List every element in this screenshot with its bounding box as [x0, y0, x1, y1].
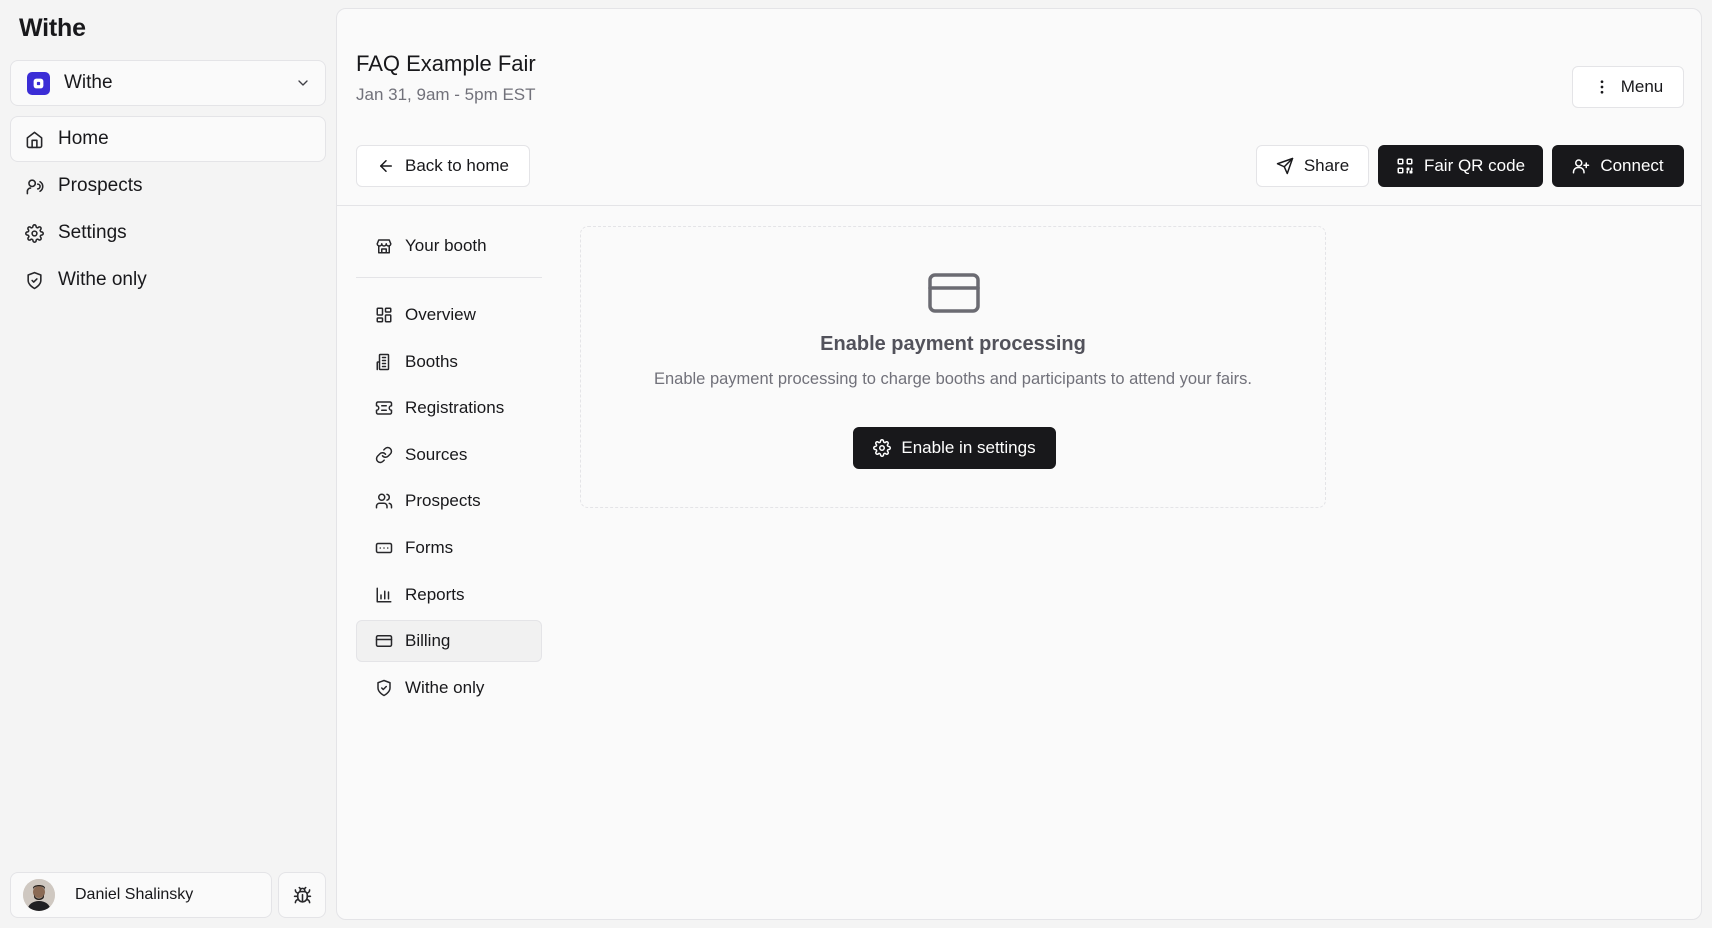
subnav-item-label: Overview — [405, 305, 476, 324]
connect-button-label: Connect — [1600, 156, 1664, 175]
menu-button-label: Menu — [1620, 77, 1664, 96]
org-switcher[interactable]: Withe — [10, 60, 326, 106]
sidebar-item-label: Settings — [58, 222, 127, 243]
shield-icon — [375, 679, 393, 697]
sidebar: Withe Withe Home Prospects Settings With… — [0, 0, 336, 928]
home-icon — [25, 130, 44, 149]
share-button-label: Share — [1303, 156, 1350, 175]
subnav-item-registrations[interactable]: Registrations — [356, 387, 542, 429]
back-button-label: Back to home — [405, 156, 509, 175]
chevron-down-icon — [295, 75, 311, 91]
qr-button-label: Fair QR code — [1423, 156, 1526, 175]
page-title: FAQ Example Fair — [356, 51, 536, 76]
report-bug-button[interactable] — [278, 872, 326, 918]
sidebar-item-prospects[interactable]: Prospects — [10, 163, 326, 209]
user-plus-icon — [1572, 157, 1590, 175]
form-input-icon — [375, 539, 393, 557]
credit-card-icon — [375, 632, 393, 650]
subnav-item-label: Billing — [405, 631, 451, 651]
main-panel: FAQ Example Fair Jan 31, 9am - 5pm EST M… — [336, 8, 1702, 920]
arrow-left-icon — [377, 157, 395, 175]
empty-state-description: Enable payment processing to charge boot… — [653, 370, 1253, 388]
gear-icon — [25, 223, 44, 243]
radio-user-icon — [25, 177, 44, 196]
fair-subnav: Your booth Overview Booths Registrations — [356, 225, 542, 713]
subnav-item-your-booth[interactable]: Your booth — [356, 225, 542, 267]
subnav-item-label: Booths — [405, 351, 458, 371]
send-icon — [1276, 157, 1294, 175]
gear-icon — [873, 439, 892, 457]
building-icon — [375, 353, 393, 371]
shield-icon — [25, 271, 44, 290]
bar-chart-icon — [375, 586, 393, 604]
subnav-item-forms[interactable]: Forms — [356, 527, 542, 569]
sidebar-item-settings[interactable]: Settings — [10, 210, 326, 256]
sidebar-item-withe-only[interactable]: Withe only — [10, 257, 326, 303]
subnav-item-label: Reports — [405, 584, 465, 604]
subnav-item-label: Your booth — [405, 236, 487, 255]
link-icon — [375, 446, 393, 464]
event-date: Jan 31, 9am - 5pm EST — [356, 85, 536, 104]
sidebar-item-label: Home — [58, 128, 109, 149]
subnav-item-label: Withe only — [405, 677, 485, 697]
share-button[interactable]: Share — [1256, 145, 1369, 187]
empty-state-title: Enable payment processing — [820, 333, 1086, 355]
users-icon — [375, 492, 393, 510]
bug-icon — [293, 886, 312, 905]
user-profile-button[interactable]: Daniel Shalinsky — [10, 872, 272, 918]
subnav-item-prospects[interactable]: Prospects — [356, 480, 542, 522]
back-to-home-button[interactable]: Back to home — [356, 145, 530, 187]
sidebar-item-label: Prospects — [58, 175, 143, 196]
credit-card-icon — [927, 271, 981, 315]
subnav-item-label: Forms — [405, 537, 454, 557]
billing-empty-state: Enable payment processing Enable payment… — [580, 226, 1326, 508]
subnav-item-reports[interactable]: Reports — [356, 574, 542, 616]
subnav-divider — [356, 277, 542, 278]
more-vertical-icon — [1593, 78, 1611, 96]
ticket-icon — [375, 399, 393, 417]
app-brand: Withe — [19, 14, 86, 42]
header-divider — [337, 205, 1701, 206]
subnav-item-label: Prospects — [405, 491, 481, 511]
sidebar-item-home[interactable]: Home — [10, 116, 326, 162]
store-icon — [375, 237, 393, 255]
qr-code-icon — [1396, 157, 1414, 175]
subnav-item-withe-only[interactable]: Withe only — [356, 667, 542, 709]
avatar — [23, 879, 55, 911]
subnav-item-sources[interactable]: Sources — [356, 434, 542, 476]
enable-button-label: Enable in settings — [901, 438, 1036, 457]
enable-in-settings-button[interactable]: Enable in settings — [853, 427, 1056, 469]
sidebar-nav: Home Prospects Settings Withe only — [10, 116, 326, 304]
connect-button[interactable]: Connect — [1552, 145, 1684, 187]
fair-qr-code-button[interactable]: Fair QR code — [1378, 145, 1543, 187]
grid-icon — [375, 306, 393, 324]
subnav-item-label: Sources — [405, 444, 468, 464]
subnav-item-overview[interactable]: Overview — [356, 294, 542, 336]
menu-button[interactable]: Menu — [1572, 66, 1684, 108]
org-logo-icon — [27, 71, 50, 95]
subnav-item-booths[interactable]: Booths — [356, 341, 542, 383]
subnav-item-billing[interactable]: Billing — [356, 620, 542, 663]
subnav-item-label: Registrations — [405, 398, 505, 418]
user-name: Daniel Shalinsky — [75, 886, 194, 903]
org-name: Withe — [64, 72, 113, 93]
sidebar-item-label: Withe only — [58, 269, 147, 290]
